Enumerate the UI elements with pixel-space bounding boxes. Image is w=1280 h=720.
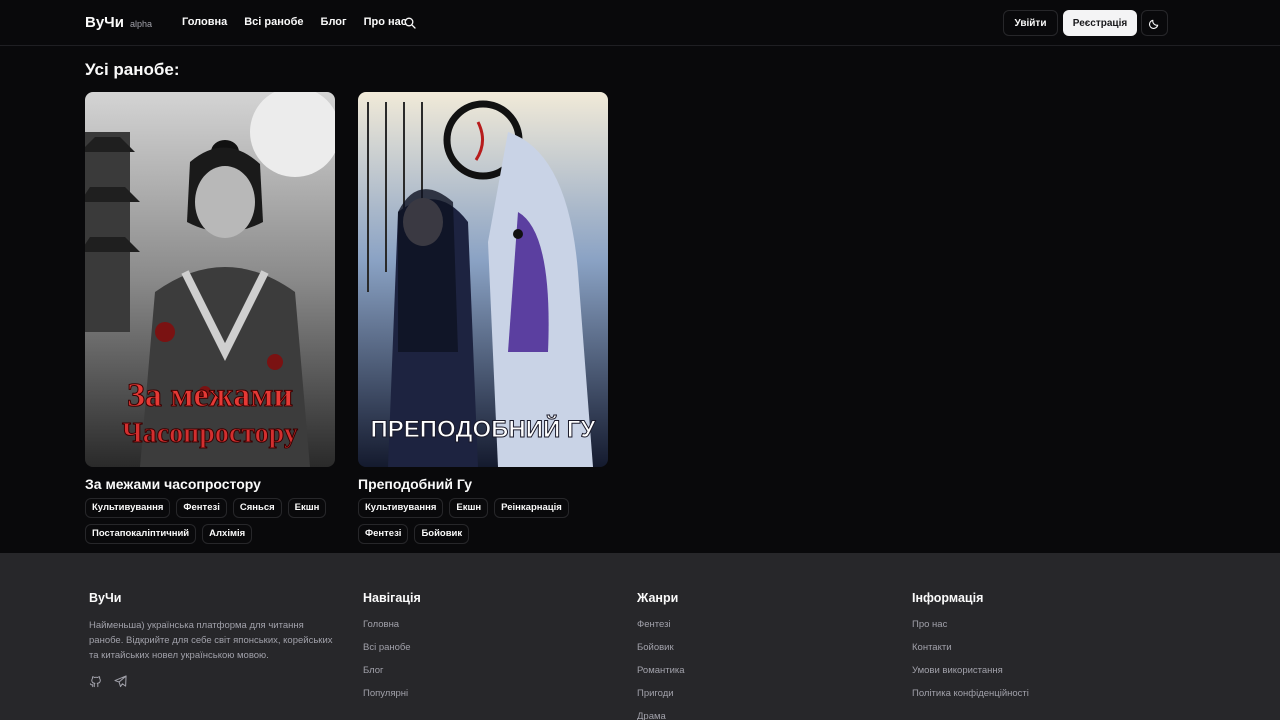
footer-genres-heading: Жанри [637,591,679,605]
moon-icon [1149,19,1159,29]
genre-tag[interactable]: Фентезі [176,498,227,518]
footer-link-terms[interactable]: Умови використання [912,664,1029,677]
social-links [89,675,339,693]
novel-cover[interactable]: ПРЕПОДОБНИЙ ГУ [358,92,608,467]
genre-tag[interactable]: Бойовик [414,524,470,544]
search-icon[interactable] [404,16,418,30]
brand-tag: alpha [129,19,152,29]
footer-link-about[interactable]: Про нас [912,618,1029,631]
footer-about: ВуЧи Найменьша) українська платформа для… [89,591,339,693]
footer-link-home[interactable]: Головна [363,618,421,631]
footer-nav-heading: Навігація [363,591,421,605]
footer-link-all-ranobe[interactable]: Всі ранобе [363,641,421,654]
genre-tag[interactable]: Фентезі [358,524,409,544]
footer-link-privacy[interactable]: Політика конфіденційності [912,687,1029,700]
genre-tag[interactable]: Алхімія [202,524,253,544]
footer-link-popular[interactable]: Популярні [363,687,421,700]
genre-tag[interactable]: Постапокаліптичний [85,524,197,544]
tag-list: Культивування Екшн Реінкарнація Фентезі … [358,498,620,544]
cover-title-line2: Часопростору [122,418,298,449]
register-button[interactable]: Реєстрація [1063,10,1137,36]
novel-cover[interactable]: За межами Часопростору [85,92,335,467]
nav-about[interactable]: Про нас [364,16,407,28]
footer-link-fantasy[interactable]: Фентезі [637,618,685,631]
login-button[interactable]: Увійти [1003,10,1058,36]
genre-tag[interactable]: Екшн [449,498,489,518]
page-title: Усі ранобе: [85,60,180,79]
genre-tag[interactable]: Сянься [232,498,282,518]
nav-home[interactable]: Головна [182,16,227,28]
nav-blog[interactable]: Блог [321,16,347,28]
footer-genres: Жанри Фентезі Бойовик Романтика Пригоди … [637,591,685,720]
tag-list: Культивування Фентезі Сянься Екшн Постап… [85,498,347,544]
github-icon[interactable] [89,675,102,693]
brand[interactable]: ВуЧи alpha [85,14,152,31]
footer-info-heading: Інформація [912,591,984,605]
site-footer: ВуЧи Найменьша) українська платформа для… [0,553,1280,720]
novel-title[interactable]: За межами часопростору [85,476,347,492]
theme-toggle-button[interactable] [1141,10,1168,36]
footer-info: Інформація Про нас Контакти Умови викори… [912,591,1029,700]
footer-link-romance[interactable]: Романтика [637,664,685,677]
main-nav: Головна Всі ранобе Блог Про нас [182,16,407,28]
site-header: ВуЧи alpha Головна Всі ранобе Блог Про н… [0,0,1280,46]
nav-all-ranobe[interactable]: Всі ранобе [244,16,303,28]
telegram-icon[interactable] [114,675,127,693]
brand-name[interactable]: ВуЧи [85,14,124,31]
footer-link-action[interactable]: Бойовик [637,641,685,654]
genre-tag[interactable]: Реінкарнація [494,498,569,518]
footer-link-contacts[interactable]: Контакти [912,641,1029,654]
novel-title[interactable]: Преподобний Гу [358,476,620,492]
genre-tag[interactable]: Культивування [358,498,444,518]
novel-card[interactable]: За межами Часопростору За межами часопро… [85,92,347,544]
footer-description: Найменьша) українська платформа для чита… [89,620,333,661]
footer-navigation: Навігація Головна Всі ранобе Блог Популя… [363,591,421,700]
novel-card[interactable]: ПРЕПОДОБНИЙ ГУ Преподобний Гу Культивува… [358,92,620,544]
genre-tag[interactable]: Культивування [85,498,171,518]
footer-brand: ВуЧи [89,591,122,605]
cover-title-line1: За межами [127,377,293,414]
genre-tag[interactable]: Екшн [287,498,327,518]
cover-title: ПРЕПОДОБНИЙ ГУ [371,415,597,443]
footer-link-drama[interactable]: Драма [637,710,685,720]
footer-link-blog[interactable]: Блог [363,664,421,677]
footer-link-adventure[interactable]: Пригоди [637,687,685,700]
